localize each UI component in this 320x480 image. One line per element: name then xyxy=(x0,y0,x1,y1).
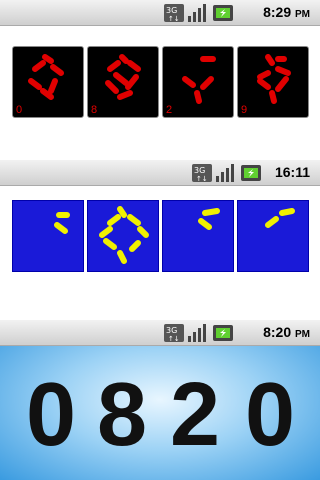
status-icons: 3G ↑↓ xyxy=(164,324,234,342)
segment-glyph xyxy=(265,208,295,228)
panel-red-segments: 3G ↑↓ 8:29 PM 0 8 2 9 xyxy=(0,0,320,160)
battery-icon xyxy=(240,164,262,182)
battery-icon xyxy=(212,4,234,22)
digit-tile: 0 xyxy=(12,46,84,118)
signal-icon xyxy=(188,324,208,342)
3g-icon: 3G ↑↓ xyxy=(192,164,212,182)
segment-glyph xyxy=(182,56,216,104)
large-digit: 0 xyxy=(26,365,77,465)
digit-tile xyxy=(237,200,309,272)
signal-icon xyxy=(188,4,208,22)
status-time: 8:29 PM xyxy=(263,4,310,20)
digit-label: 8 xyxy=(91,104,98,116)
3g-icon: 3G ↑↓ xyxy=(164,4,184,22)
segment-glyph xyxy=(257,54,291,104)
status-bar: 3G ↑↓ 8:20 PM xyxy=(0,320,320,346)
segment-glyph xyxy=(28,54,64,100)
svg-text:↑↓: ↑↓ xyxy=(168,15,180,22)
signal-icon xyxy=(216,164,236,182)
3g-icon: 3G ↑↓ xyxy=(164,324,184,342)
battery-icon xyxy=(212,324,234,342)
svg-text:↑↓: ↑↓ xyxy=(196,175,208,182)
svg-text:3G: 3G xyxy=(166,6,177,15)
digit-tile xyxy=(12,200,84,272)
segment-glyph xyxy=(105,54,141,100)
panel-large-digits: 3G ↑↓ 8:20 PM 0 8 2 0 xyxy=(0,320,320,480)
segment-glyph xyxy=(54,212,70,234)
status-time: 8:20 PM xyxy=(263,324,310,340)
digit-tile xyxy=(162,200,234,272)
digit-label: 2 xyxy=(166,104,173,116)
segment-glyph xyxy=(99,206,149,264)
svg-text:3G: 3G xyxy=(166,326,177,335)
panel-body xyxy=(0,186,320,320)
digit-tile: 2 xyxy=(162,46,234,118)
digit-label: 0 xyxy=(16,104,23,116)
digit-tile: 9 xyxy=(237,46,309,118)
large-digit: 8 xyxy=(97,365,148,465)
status-time: 16:11 xyxy=(274,164,310,180)
svg-text:↑↓: ↑↓ xyxy=(168,335,180,342)
panel-body: 0 8 2 0 xyxy=(0,346,320,480)
digit-label: 9 xyxy=(241,104,248,116)
status-icons: 3G ↑↓ xyxy=(164,4,234,22)
status-bar: 3G ↑↓ 16:11 xyxy=(0,160,320,186)
segment-glyph xyxy=(198,208,220,230)
panel-yellow-segments: 3G ↑↓ 16:11 xyxy=(0,160,320,320)
status-bar: 3G ↑↓ 8:29 PM xyxy=(0,0,320,26)
large-digit: 0 xyxy=(245,365,296,465)
status-icons: 3G ↑↓ xyxy=(192,164,262,182)
digit-tile: 8 xyxy=(87,46,159,118)
digit-tile xyxy=(87,200,159,272)
panel-body: 0 8 2 9 xyxy=(0,26,320,160)
large-digit: 2 xyxy=(170,365,221,465)
svg-text:3G: 3G xyxy=(194,166,205,175)
